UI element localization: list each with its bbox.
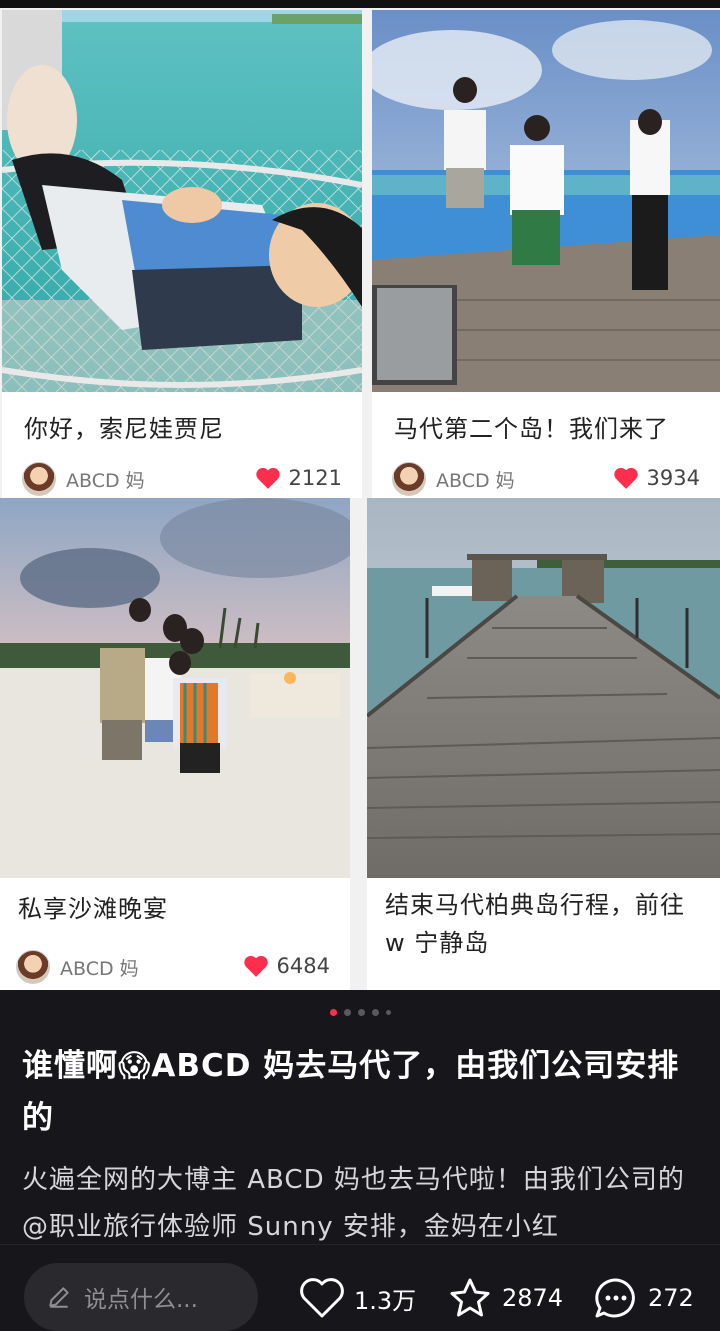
status-strip: [0, 0, 720, 8]
carousel-indicator: [0, 1006, 720, 1018]
star-icon: [450, 1278, 490, 1317]
carousel-dot: [343, 1008, 351, 1016]
note-grid-image: 你好，索尼娃贾尼 ABCD 妈 2121 马代第二个岛！我们来了 ABCD 妈 …: [0, 8, 720, 990]
carousel-dot: [329, 1008, 337, 1016]
author-name: ABCD 妈: [436, 469, 515, 492]
note-title: 私享沙滩晚宴: [18, 895, 168, 923]
heart-icon: [243, 955, 268, 977]
favorite-button[interactable]: 2874: [446, 1275, 563, 1321]
like-count: 1.3万: [354, 1286, 417, 1315]
favorite-count: 2874: [502, 1284, 564, 1312]
author-avatar: [16, 950, 50, 984]
note-author[interactable]: ABCD 妈: [392, 462, 515, 496]
comment-input[interactable]: 说点什么...: [24, 1263, 258, 1331]
like-count: 6484: [276, 954, 330, 978]
note-likes[interactable]: 3934: [613, 466, 700, 490]
note-author[interactable]: ABCD 妈: [22, 462, 145, 496]
carousel-dot: [371, 1008, 379, 1016]
post-title-lead: 谁懂啊: [22, 1048, 118, 1084]
note-author[interactable]: ABCD 妈: [16, 950, 139, 984]
note-likes[interactable]: 6484: [243, 954, 330, 978]
comment-icon: [595, 1278, 635, 1318]
author-name: ABCD 妈: [60, 957, 139, 980]
hammock-photo: [2, 10, 362, 392]
note-title: 马代第二个岛！我们来了: [394, 415, 669, 443]
like-count: 2121: [288, 466, 342, 490]
comment-count: 272: [648, 1284, 694, 1312]
post-detail-screen: { "cards": [ {"title": "你好，索尼娃贾尼", "auth…: [0, 0, 720, 1331]
note-title: 结束马代柏典岛行程，前往 w 宁静岛: [385, 891, 685, 957]
heart-icon: [613, 467, 638, 489]
note-likes[interactable]: 2121: [255, 466, 342, 490]
note-card[interactable]: 马代第二个岛！我们来了 ABCD 妈 3934: [372, 10, 720, 498]
note-title: 你好，索尼娃贾尼: [24, 415, 224, 443]
like-button[interactable]: 1.3万: [298, 1275, 416, 1321]
pier-photo: [367, 498, 720, 878]
carousel-dot: [357, 1008, 365, 1016]
bottom-action-bar: 说点什么... 1.3万 2874 272: [0, 1244, 720, 1331]
post-body: 火遍全网的大博主 ABCD 妈也去马代啦！由我们公司的 @职业旅行体验师 Sun…: [22, 1165, 685, 1242]
comment-button[interactable]: 272: [592, 1275, 694, 1321]
note-card[interactable]: 结束马代柏典岛行程，前往 w 宁静岛: [367, 498, 720, 990]
author-name: ABCD 妈: [66, 469, 145, 492]
jumping-family-photo: [372, 10, 720, 392]
like-count: 3934: [646, 466, 700, 490]
scream-emoji-icon: 😱: [118, 1048, 152, 1084]
post-title: 谁懂啊😱ABCD 妈去马代了，由我们公司安排的: [22, 1040, 702, 1144]
comment-placeholder: 说点什么...: [84, 1287, 198, 1313]
author-avatar: [22, 462, 56, 496]
heart-icon: [255, 467, 280, 489]
beach-dinner-photo: [0, 498, 350, 878]
author-avatar: [392, 462, 426, 496]
heart-icon: [300, 1278, 344, 1318]
carousel-dot: [385, 1009, 391, 1015]
pencil-icon: [49, 1287, 69, 1308]
note-card[interactable]: 私享沙滩晚宴 ABCD 妈 6484: [0, 498, 350, 990]
note-card[interactable]: 你好，索尼娃贾尼 ABCD 妈 2121: [2, 10, 362, 498]
